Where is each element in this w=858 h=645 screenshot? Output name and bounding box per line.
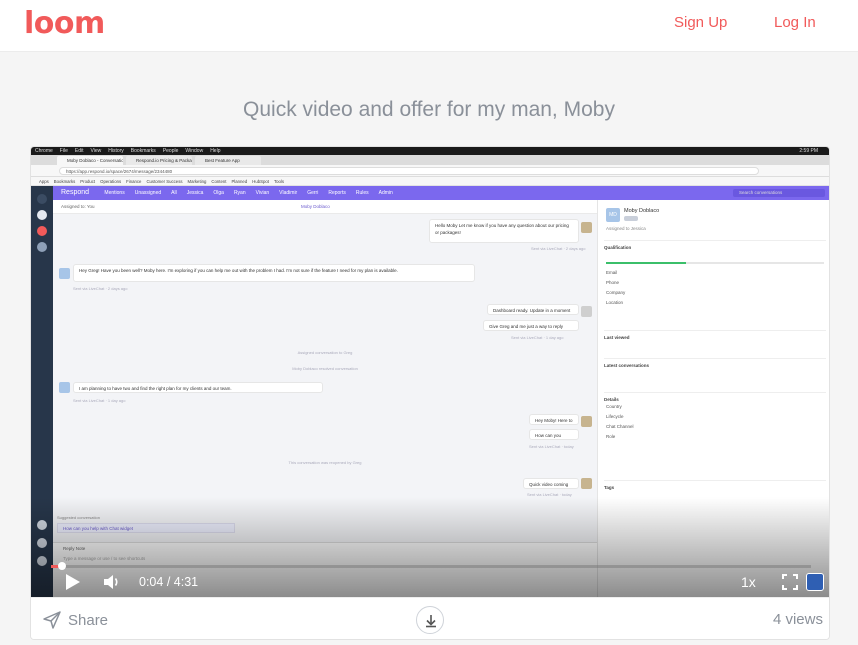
- chat-header: Assigned to: You Moby Doblaco: [53, 200, 597, 214]
- fullscreen-icon[interactable]: [782, 574, 798, 590]
- app-search: Search conversations: [733, 189, 825, 197]
- share-icon: [43, 611, 61, 629]
- playback-speed-button[interactable]: 1x: [741, 573, 756, 591]
- message-meta: Sent via LiveChat · 2 days ago: [73, 286, 128, 291]
- message-meta: Sent via LiveChat · today: [529, 444, 574, 449]
- download-button[interactable]: [416, 606, 444, 634]
- contact-name: Moby Doblaco: [624, 208, 660, 214]
- message-meta: Sent via LiveChat · 2 days ago: [531, 246, 586, 251]
- contact-avatar: [59, 268, 70, 279]
- browser-tab: Respond.io Pricing & Package: [126, 156, 192, 165]
- video-footer: Share 4 views: [31, 597, 829, 639]
- agent-avatar: [581, 222, 592, 233]
- qualification-bar: [606, 262, 686, 264]
- chat-message: Hey Moby! Here to help: [529, 414, 579, 425]
- message-meta: Sent via LiveChat · 1 day ago: [511, 335, 564, 340]
- section-latest-conversations: Latest conversations: [604, 358, 826, 368]
- time-display: 0:04 / 4:31: [139, 573, 198, 591]
- contact-avatar: [59, 382, 70, 393]
- section-tags: Tags: [604, 480, 826, 490]
- browser-tab: Moby Doblaco - Conversation: [57, 156, 123, 165]
- play-icon[interactable]: [65, 573, 81, 591]
- agent-avatar: [581, 306, 592, 317]
- chat-message: Give Greg and me just a way to reply ple…: [483, 320, 579, 331]
- section-details: Details: [604, 392, 826, 402]
- profile-field: Chat Channel: [606, 424, 634, 429]
- url-text: https://app.respond.io/space/2674/messag…: [59, 167, 759, 175]
- section-qualification: Qualification: [604, 240, 826, 250]
- download-icon: [426, 615, 436, 628]
- trash-icon: [37, 242, 47, 252]
- browser-tab: Best Feature App: [195, 156, 261, 165]
- profile-field: Lifecycle: [606, 414, 624, 419]
- bookmarks-bar: Apps Bookmarks Product Operations Finance Cus…: [31, 177, 829, 186]
- video-card: Chrome File Edit View History Bookmarks People…: [30, 146, 830, 640]
- site-header: loom Sign Up Log In: [0, 0, 858, 52]
- share-label: Share: [68, 611, 109, 629]
- system-message: This conversation was reopened by Greg: [288, 460, 362, 465]
- browser-url-bar: https://app.respond.io/space/2674/messag…: [31, 165, 829, 177]
- user-icon: [37, 210, 47, 220]
- volume-icon[interactable]: [103, 573, 121, 591]
- profile-field: Location: [606, 300, 624, 305]
- profile-field: Country: [606, 404, 622, 409]
- notification-icon: [37, 226, 47, 236]
- video-title: Quick video and offer for my man, Moby: [243, 98, 615, 121]
- system-message: Moby Doblaco resolved conversation: [292, 366, 358, 371]
- profile-field: Role: [606, 434, 616, 439]
- contact-avatar: MD: [606, 208, 620, 222]
- chat-message: Hello Moby Let me know if you have any q…: [429, 219, 579, 243]
- contact-subline: Assigned to Jessica: [606, 226, 646, 231]
- agent-avatar: [581, 416, 592, 427]
- view-count: 4 views: [772, 611, 823, 628]
- mac-menu-bar: Chrome File Edit View History Bookmarks People…: [31, 147, 829, 155]
- share-button[interactable]: Share: [43, 608, 108, 632]
- app-top-nav: Respond Mentions Unassigned All Jessica Olga…: [53, 186, 829, 200]
- agent-avatar: [581, 478, 592, 489]
- time-separator: /: [166, 575, 171, 589]
- progress-track[interactable]: [51, 565, 811, 568]
- chat-message: How can you help?: [529, 429, 579, 440]
- browser-tab-bar: Moby Doblaco - Conversation Respond.io P…: [31, 155, 829, 165]
- video-player[interactable]: Chrome File Edit View History Bookmarks People…: [31, 147, 829, 597]
- message-meta: Sent via LiveChat · 1 day ago: [73, 398, 126, 403]
- status-badge: [624, 216, 638, 221]
- current-time: 0:04: [139, 575, 164, 589]
- section-last-viewed: Last viewed: [604, 330, 826, 340]
- profile-field: Phone: [606, 280, 620, 285]
- system-message: Assigned conversation to Greg: [297, 350, 353, 355]
- chat-message: Dashboard ready. Update in a moment: [487, 304, 579, 315]
- chat-message: Quick video coming: [523, 478, 579, 489]
- chat-message: Hey Greg! Have you been well? Moby here.…: [73, 264, 475, 282]
- loom-logo[interactable]: loom: [24, 6, 105, 41]
- loom-mini-icon[interactable]: [806, 573, 824, 591]
- chat-message: I am planning to have two and find the r…: [73, 382, 323, 393]
- sign-up-link[interactable]: Sign Up: [674, 14, 727, 31]
- profile-field: Email: [606, 270, 618, 275]
- duration: 4:31: [173, 575, 199, 589]
- log-in-link[interactable]: Log In: [774, 14, 816, 31]
- profile-field: Company: [606, 290, 626, 295]
- app-logo-icon: [37, 194, 47, 204]
